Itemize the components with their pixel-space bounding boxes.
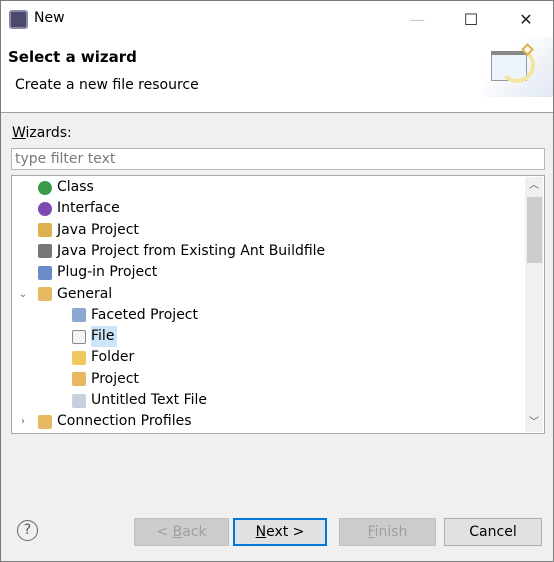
finish-button[interactable]: Finish — [339, 518, 436, 546]
java-project-icon — [38, 223, 52, 238]
tree-item-label: File — [91, 326, 118, 348]
folder-open-icon — [38, 414, 52, 429]
text-file-icon — [72, 393, 86, 408]
help-button[interactable]: ? — [17, 520, 38, 541]
tree-item-label: Folder — [91, 349, 135, 366]
tree-item-label: Class — [57, 179, 94, 195]
tree-item[interactable]: Untitled Text File — [50, 390, 207, 411]
eclipse-icon — [9, 10, 28, 29]
vertical-scrollbar[interactable]: ︿ ﹀ — [525, 177, 543, 432]
tree-item-label: Connection Profiles — [57, 413, 192, 430]
scrollbar-thumb[interactable] — [527, 197, 542, 263]
project-icon — [72, 372, 86, 387]
next-button[interactable]: Next > — [233, 518, 327, 546]
window-title: New — [34, 10, 65, 26]
chevron-down-icon[interactable]: ⌄ — [16, 284, 30, 305]
file-icon — [72, 329, 86, 344]
cancel-button[interactable]: Cancel — [444, 518, 542, 546]
wizard-tree: ︿ ﹀ Class Interface Java Project Java Proje… — [11, 175, 545, 434]
tree-item-label: Project — [91, 370, 139, 387]
tree-item[interactable]: Folder — [50, 347, 134, 368]
tree-item[interactable]: Faceted Project — [50, 305, 198, 326]
interface-icon — [38, 201, 52, 216]
tree-item[interactable]: Project — [50, 369, 139, 390]
maximize-button[interactable]: ☐ — [448, 1, 494, 37]
folder-open-icon — [38, 287, 52, 301]
chevron-right-icon[interactable]: › — [16, 411, 30, 432]
ant-icon — [38, 244, 52, 259]
tree-item-label: Plug-in Project — [57, 264, 158, 281]
plugin-project-icon — [38, 265, 52, 280]
class-icon — [38, 180, 52, 195]
tree-item-label: Java Project from Existing Ant Buildfile — [57, 242, 326, 259]
faceted-project-icon — [72, 308, 86, 323]
tree-item[interactable]: ⌄ General — [16, 284, 112, 305]
title-bar: New — ☐ ✕ — [1, 1, 553, 37]
scroll-up-icon[interactable]: ︿ — [525, 177, 543, 195]
wizard-header: Select a wizard Create a new file resour… — [1, 37, 553, 113]
tree-item[interactable]: File — [50, 326, 118, 348]
tree-item[interactable]: Java Project — [16, 220, 139, 241]
tree-item[interactable]: Java Project from Existing Ant Buildfile — [16, 241, 325, 262]
filter-input[interactable] — [11, 148, 545, 170]
wizard-banner-icon — [483, 37, 553, 97]
tree-item-label: General — [57, 285, 113, 302]
wizards-label: Wizards: — [12, 125, 72, 141]
close-button[interactable]: ✕ — [503, 1, 549, 37]
folder-icon — [72, 350, 86, 365]
tree-item-label: Untitled Text File — [91, 392, 208, 408]
tree-item-label: Java Project — [57, 221, 139, 238]
tree-item[interactable]: Interface — [16, 198, 120, 219]
page-title: Select a wizard — [8, 48, 137, 66]
tree-item[interactable]: › Connection Profiles — [16, 411, 192, 432]
tree-item-label: Interface — [57, 200, 120, 217]
tree-item-label: Faceted Project — [91, 306, 198, 323]
tree-item[interactable]: Class — [16, 177, 94, 198]
back-button[interactable]: < Back — [134, 518, 229, 546]
scroll-down-icon[interactable]: ﹀ — [525, 414, 543, 432]
minimize-button[interactable]: — — [394, 1, 440, 37]
page-description: Create a new file resource — [15, 77, 199, 93]
new-wizard-dialog: New — ☐ ✕ Select a wizard Create a new f… — [0, 0, 554, 562]
tree-item[interactable]: Plug-in Project — [16, 262, 157, 283]
